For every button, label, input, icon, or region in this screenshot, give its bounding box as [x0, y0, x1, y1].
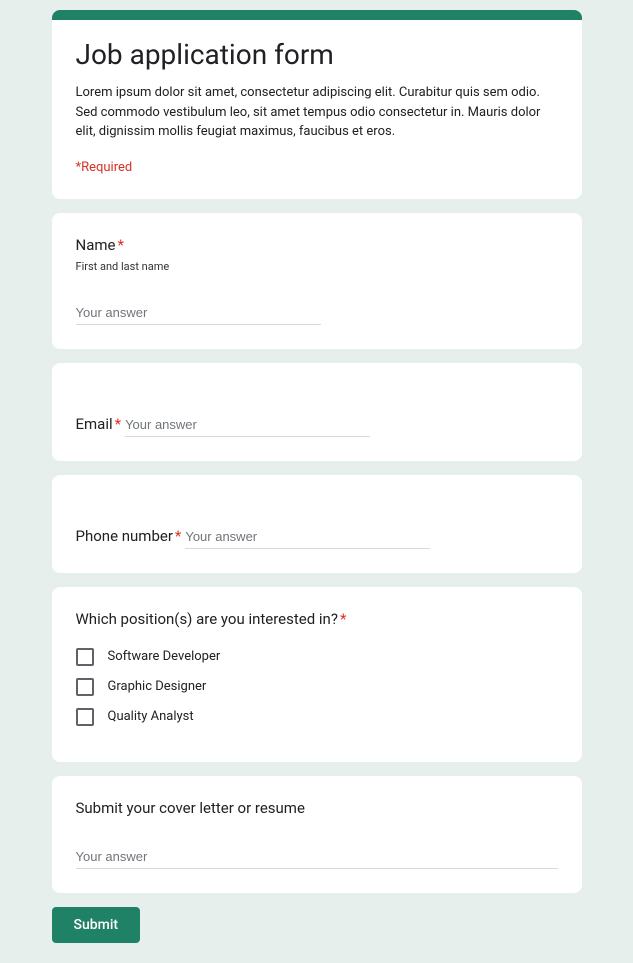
form-header-card: Job application form Lorem ipsum dolor s… [52, 10, 582, 199]
checkbox-icon [76, 708, 94, 726]
form-title: Job application form [76, 38, 558, 71]
submit-button[interactable]: Submit [52, 907, 141, 943]
email-label: Email [76, 415, 113, 433]
position-option[interactable]: Software Developer [76, 648, 558, 666]
position-option-label: Graphic Designer [108, 679, 207, 694]
position-option[interactable]: Graphic Designer [76, 678, 558, 696]
name-label: Name [76, 236, 116, 254]
required-asterisk: * [115, 415, 121, 433]
question-email-card: Email* [52, 363, 582, 461]
cover-label: Submit your cover letter or resume [76, 799, 305, 817]
phone-label: Phone number [76, 527, 173, 545]
question-name-card: Name* First and last name [52, 213, 582, 349]
position-option[interactable]: Quality Analyst [76, 708, 558, 726]
position-option-label: Software Developer [108, 649, 221, 664]
name-sublabel: First and last name [76, 260, 558, 273]
position-option-label: Quality Analyst [108, 709, 194, 724]
question-positions-card: Which position(s) are you interested in?… [52, 587, 582, 762]
positions-label: Which position(s) are you interested in? [76, 610, 338, 628]
required-asterisk: * [175, 527, 181, 545]
email-input[interactable] [125, 413, 370, 437]
name-input[interactable] [76, 301, 321, 325]
checkbox-icon [76, 648, 94, 666]
question-phone-card: Phone number* [52, 475, 582, 573]
phone-input[interactable] [185, 525, 430, 549]
form-description: Lorem ipsum dolor sit amet, consectetur … [76, 83, 558, 142]
question-cover-card: Submit your cover letter or resume [52, 776, 582, 893]
required-asterisk: * [117, 236, 123, 254]
cover-input[interactable] [76, 845, 558, 869]
checkbox-icon [76, 678, 94, 696]
required-note: *Required [76, 160, 558, 175]
required-asterisk: * [340, 610, 346, 628]
